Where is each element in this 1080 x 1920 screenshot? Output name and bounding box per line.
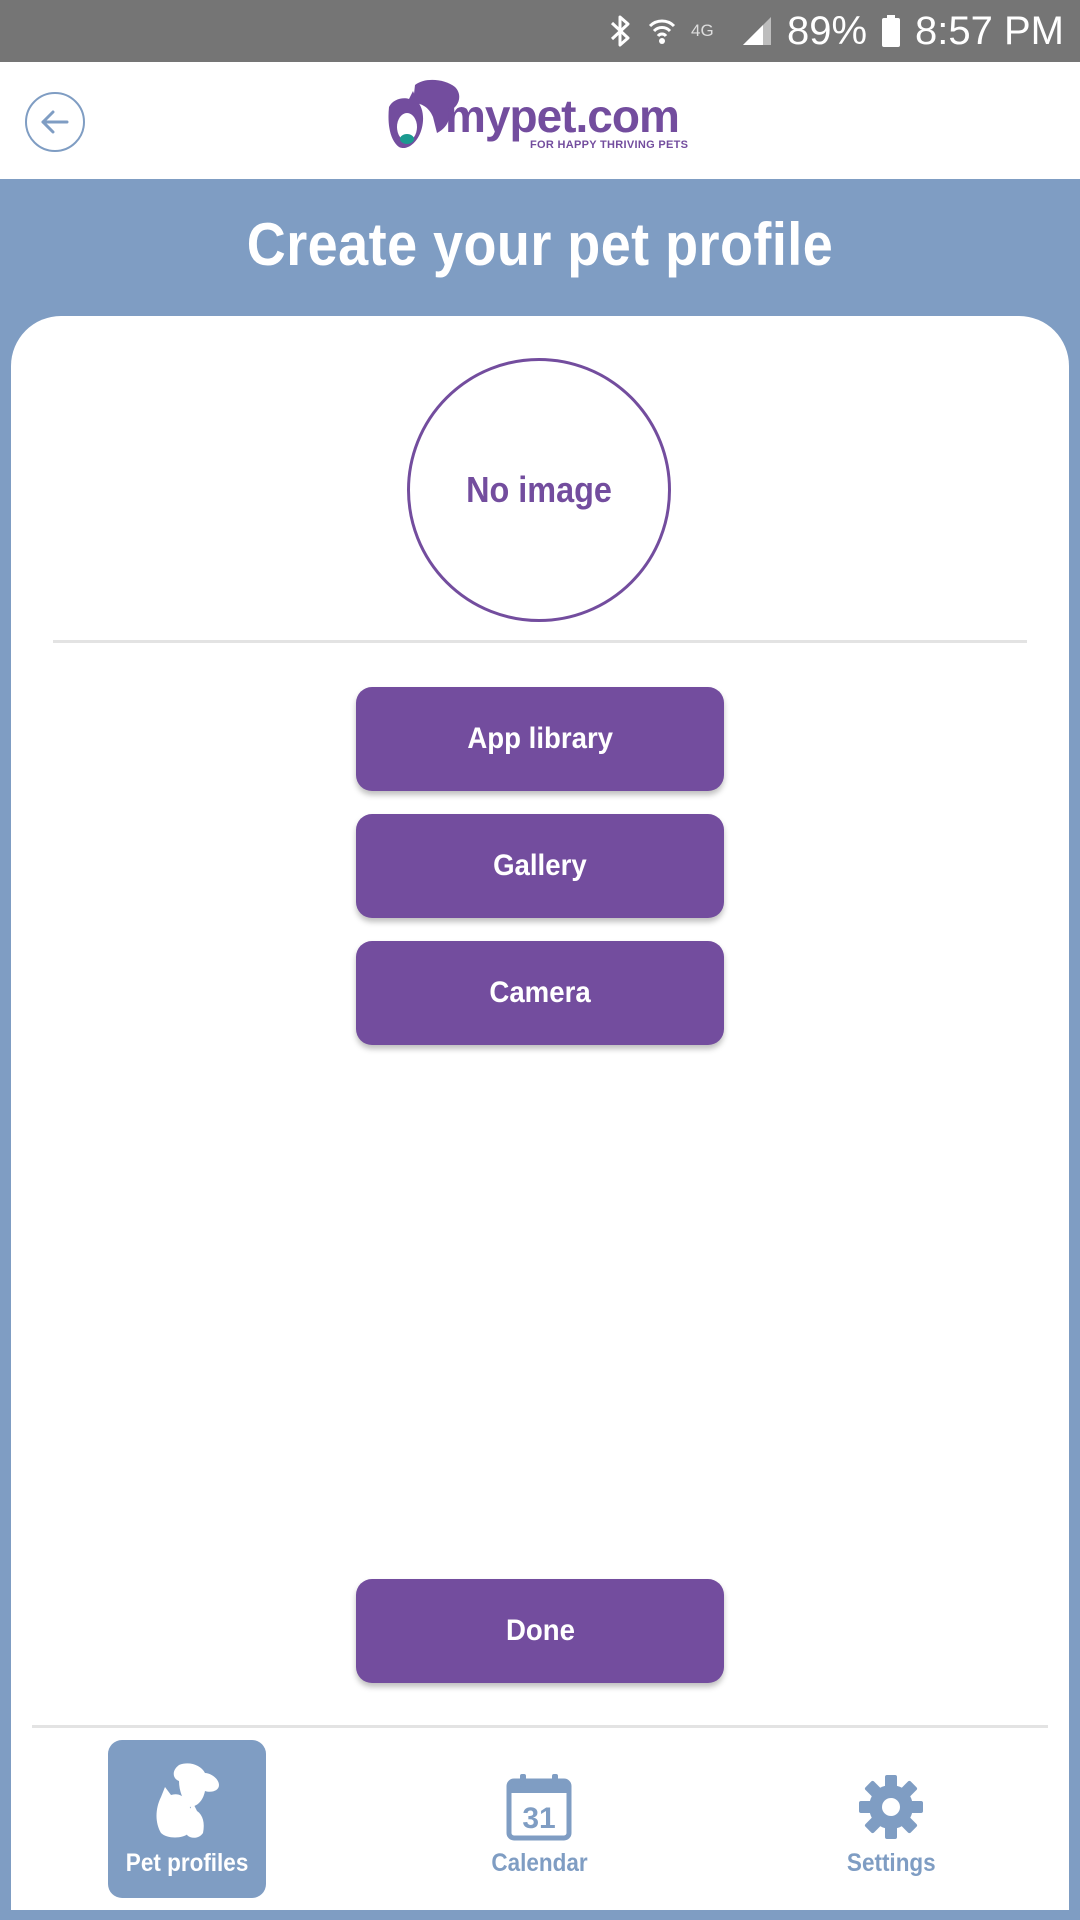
- camera-label: Camera: [489, 976, 591, 1009]
- bluetooth-icon: [609, 14, 633, 48]
- back-button[interactable]: [25, 92, 85, 152]
- wifi-icon: [647, 14, 677, 48]
- signal-icon: [741, 15, 773, 47]
- divider: [53, 640, 1027, 643]
- nav-item-settings[interactable]: Settings: [812, 1740, 970, 1898]
- camera-button[interactable]: Camera: [356, 941, 724, 1045]
- status-bar: 4G 89% 8:57 PM: [0, 0, 1080, 62]
- app-library-button[interactable]: App library: [356, 687, 724, 791]
- nav-label-settings: Settings: [846, 1849, 936, 1877]
- done-button[interactable]: Done: [356, 1579, 724, 1683]
- svg-text:31: 31: [522, 1802, 555, 1835]
- svg-text:4G: 4G: [691, 21, 714, 40]
- back-arrow-icon: [41, 110, 69, 134]
- logo-text: mypet.com: [445, 90, 680, 142]
- gallery-button[interactable]: Gallery: [356, 814, 724, 918]
- clock: 8:57 PM: [915, 8, 1064, 53]
- gallery-label: Gallery: [493, 849, 587, 882]
- gear-icon: [859, 1775, 923, 1839]
- page-title: Create your pet profile: [246, 211, 834, 278]
- mypet-logo: mypet.com FOR HAPPY THRIVING PETS: [385, 77, 695, 167]
- battery-percent: 89%: [786, 8, 868, 53]
- nav-label-pet-profiles: Pet profiles: [125, 1849, 249, 1877]
- app-header: mypet.com FOR HAPPY THRIVING PETS: [0, 62, 1080, 179]
- nav-divider: [32, 1725, 1048, 1728]
- no-image-label: No image: [466, 469, 612, 510]
- bottom-nav: Pet profiles 31 Calendar Settings: [0, 1738, 1080, 1903]
- nav-item-pet-profiles[interactable]: Pet profiles: [108, 1740, 266, 1898]
- calendar-icon: 31: [506, 1774, 572, 1841]
- app-library-label: App library: [467, 722, 613, 755]
- profile-card: No image App library Gallery Camera Done: [11, 316, 1069, 1910]
- battery-icon: [881, 14, 901, 48]
- pets-icon: [156, 1763, 219, 1838]
- network-4g-icon: 4G: [691, 16, 727, 46]
- profile-image-placeholder[interactable]: No image: [407, 358, 671, 622]
- nav-item-calendar[interactable]: 31 Calendar: [460, 1740, 618, 1898]
- nav-label-calendar: Calendar: [490, 1849, 588, 1877]
- done-label: Done: [505, 1614, 575, 1647]
- logo-tagline: FOR HAPPY THRIVING PETS: [530, 139, 689, 151]
